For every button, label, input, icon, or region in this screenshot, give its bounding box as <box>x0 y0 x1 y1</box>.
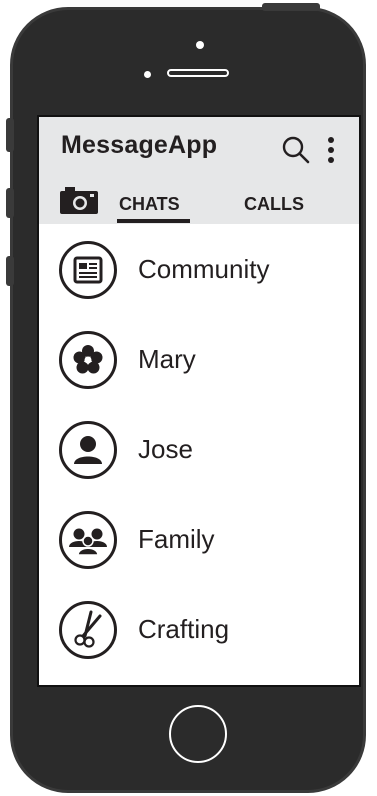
chat-name: Mary <box>138 344 196 374</box>
chat-name: Jose <box>138 434 193 464</box>
front-camera <box>196 41 204 49</box>
newspaper-icon <box>59 241 117 299</box>
chat-name: Family <box>138 524 215 554</box>
tab-selected-indicator <box>117 219 190 223</box>
group-icon <box>59 511 117 569</box>
chat-item-jose[interactable]: Jose <box>39 404 359 494</box>
phone-screen: MessageApp CHATS CALLS Community Mary Jo… <box>37 115 361 687</box>
flower-icon <box>59 331 117 389</box>
app-bar: MessageApp CHATS CALLS <box>39 117 359 224</box>
mute-switch <box>6 118 14 152</box>
volume-down-button <box>6 256 14 286</box>
volume-up-button <box>6 188 14 218</box>
power-button <box>262 3 320 11</box>
chat-name: Community <box>138 254 270 284</box>
person-icon <box>59 421 117 479</box>
chat-item-mary[interactable]: Mary <box>39 314 359 404</box>
chat-item-community[interactable]: Community <box>39 224 359 314</box>
search-icon[interactable] <box>281 135 311 165</box>
tab-chats[interactable]: CHATS <box>119 194 180 215</box>
home-button[interactable] <box>169 705 227 763</box>
camera-icon[interactable] <box>59 185 99 215</box>
chat-item-crafting[interactable]: Crafting <box>39 584 359 674</box>
earpiece-speaker <box>167 69 229 77</box>
proximity-sensor <box>144 71 151 78</box>
chat-name: Crafting <box>138 614 230 644</box>
tab-calls[interactable]: CALLS <box>244 194 304 215</box>
app-title: MessageApp <box>61 131 218 159</box>
more-vertical-icon[interactable] <box>325 135 337 165</box>
chat-item-family[interactable]: Family <box>39 494 359 584</box>
scissors-icon <box>59 601 117 659</box>
